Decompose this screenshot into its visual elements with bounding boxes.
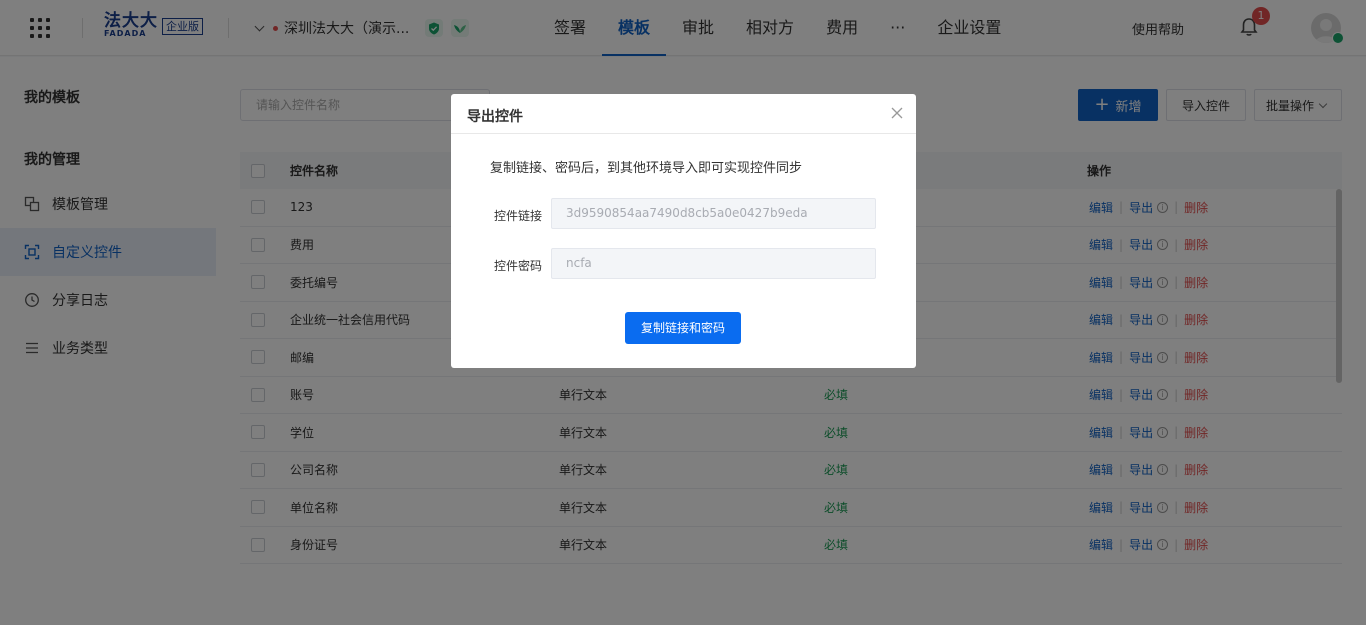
link-label: 控件链接 bbox=[494, 209, 543, 223]
dialog-description: 复制链接、密码后，到其他环境导入即可实现控件同步 bbox=[490, 161, 803, 176]
export-control-dialog: 导出控件 复制链接、密码后，到其他环境导入即可实现控件同步 控件链接 3d959… bbox=[451, 94, 916, 368]
password-label: 控件密码 bbox=[494, 259, 543, 273]
control-link-field[interactable]: 3d9590854aa7490d8cb5a0e0427b9eda bbox=[551, 198, 876, 229]
close-icon[interactable] bbox=[891, 106, 903, 122]
copy-link-and-password-button[interactable]: 复制链接和密码 bbox=[625, 312, 741, 344]
dialog-divider bbox=[451, 133, 916, 134]
control-password-field[interactable]: ncfa bbox=[551, 248, 876, 279]
dialog-title: 导出控件 bbox=[467, 109, 523, 125]
